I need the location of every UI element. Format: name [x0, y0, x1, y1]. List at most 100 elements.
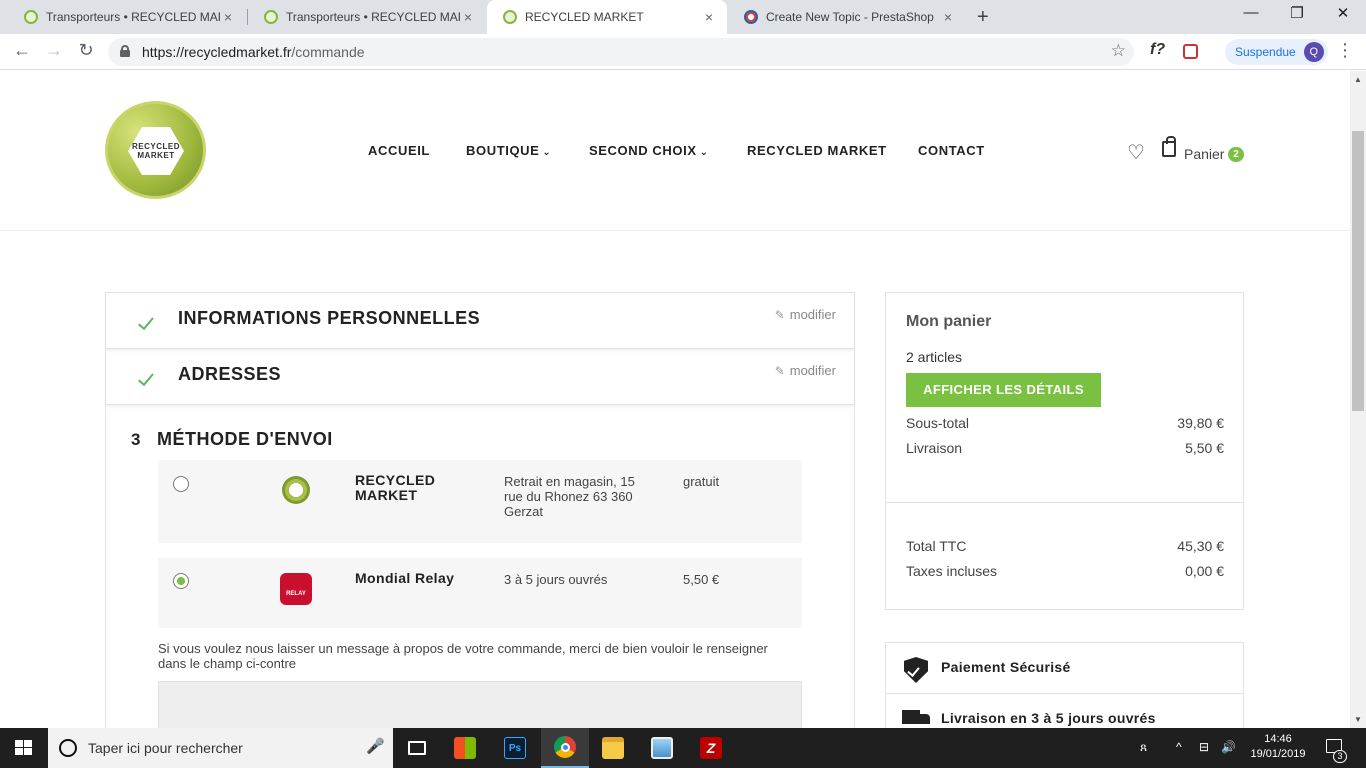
scroll-up-icon[interactable]: ▲ [1354, 75, 1362, 84]
tab-close-icon[interactable]: × [460, 9, 476, 25]
maximize-icon[interactable]: ❐ [1274, 4, 1320, 22]
prestashop-favicon-icon [744, 10, 758, 24]
carrier-option-mondial-relay[interactable]: RELAY Mondial Relay 3 à 5 jours ouvrés 5… [158, 558, 802, 628]
carrier-radio[interactable] [173, 476, 189, 492]
wishlist-heart-icon[interactable]: ♡ [1127, 140, 1145, 165]
reassurance-text: Paiement Sécurisé [941, 659, 1071, 675]
image-viewer-icon[interactable] [638, 728, 686, 768]
cart-link[interactable]: Panier [1184, 146, 1224, 162]
nav-item-boutique[interactable]: BOUTIQUE ⌄ [466, 143, 551, 158]
page-scrollbar[interactable]: ▲ ▼ [1350, 71, 1366, 728]
tab-close-icon[interactable]: × [701, 9, 717, 25]
modify-link[interactable]: ✎ modifier [775, 363, 836, 378]
step-title: ADRESSES [178, 364, 282, 384]
browser-tab-active[interactable]: RECYCLED MARKET × [487, 0, 727, 34]
carrier-name: Mondial Relay [355, 570, 455, 586]
profile-button[interactable]: Suspendue Q [1225, 39, 1328, 65]
step-title-shipping: MÉTHODE D'ENVOI [157, 429, 333, 449]
step-addresses[interactable]: ADRESSES ✎ modifier [106, 349, 854, 405]
back-icon[interactable]: ← [10, 40, 34, 61]
cart-count-badge: 2 [1228, 147, 1244, 162]
tab-title: Transporteurs • RECYCLED MARK [286, 10, 460, 24]
cart-summary-title: Mon panier [906, 313, 992, 330]
show-details-button[interactable]: AFFICHER LES DÉTAILS [906, 373, 1101, 407]
nav-item-second-choix[interactable]: SECOND CHOIX ⌄ [589, 143, 709, 158]
carrier-price: gratuit [683, 474, 720, 489]
nav-item-accueil[interactable]: ACCUEIL [368, 143, 430, 158]
bookmark-star-icon[interactable]: ☆ [1111, 41, 1126, 61]
taxes-row: Taxes incluses 0,00 € [906, 563, 1224, 579]
pencil-icon: ✎ [774, 363, 785, 378]
cortana-icon [59, 739, 77, 757]
site-logo[interactable]: RECYCLED MARKET [105, 101, 206, 199]
pocket-extension-icon[interactable] [1183, 44, 1198, 59]
recycled-market-favicon-icon [24, 10, 38, 24]
shield-check-icon [904, 657, 928, 683]
web-page: RECYCLED MARKET ACCUEIL BOUTIQUE ⌄ SECOND … [0, 71, 1350, 728]
shopping-bag-icon[interactable] [1162, 136, 1176, 157]
taskbar-search-box[interactable]: Taper ici pour rechercher 🎤 [48, 728, 393, 768]
carrier-radio-selected[interactable] [173, 573, 189, 589]
browser-tab-1[interactable]: Transporteurs • RECYCLED MARK × [8, 0, 246, 34]
nav-item-recycled-market[interactable]: RECYCLED MARKET [747, 143, 887, 158]
step-title: INFORMATIONS PERSONNELLES [178, 308, 481, 328]
tab-close-icon[interactable]: × [940, 9, 956, 25]
step-personal-info[interactable]: INFORMATIONS PERSONNELLES ✎ modifier [106, 293, 854, 349]
scroll-down-icon[interactable]: ▼ [1354, 715, 1362, 724]
recycled-market-favicon-icon [264, 10, 278, 24]
forward-icon[interactable]: → [42, 40, 66, 61]
windows-taskbar: Taper ici pour rechercher 🎤 Ps Z ጸ ^ ⊟ 🔊… [0, 728, 1366, 768]
store-icon[interactable] [441, 728, 489, 768]
clock-time: 14:46 [1264, 733, 1292, 745]
carrier-delay: 3 à 5 jours ouvrés [504, 572, 608, 587]
truck-icon [902, 710, 930, 728]
reload-icon[interactable]: ↻ [74, 40, 98, 61]
carrier-price: 5,50 € [683, 572, 720, 587]
tab-title: RECYCLED MARKET [525, 10, 644, 24]
people-icon[interactable]: ጸ [1140, 740, 1147, 755]
task-view-icon[interactable] [393, 728, 441, 768]
recycled-market-favicon-icon [503, 10, 517, 24]
cart-summary: Mon panier 2 articles AFFICHER LES DÉTAI… [885, 292, 1244, 610]
chevron-down-icon: ⌄ [542, 147, 552, 158]
photoshop-icon[interactable]: Ps [491, 728, 539, 768]
carrier-delay: Retrait en magasin, 15 rue du Rhonez 63 … [504, 474, 635, 519]
tray-expand-icon[interactable]: ^ [1176, 740, 1182, 754]
file-explorer-icon[interactable] [589, 728, 637, 768]
notification-count-badge: 3 [1333, 750, 1347, 763]
new-tab-button[interactable]: + [977, 6, 989, 29]
extension-f-icon[interactable]: f? [1150, 41, 1165, 59]
order-message-textarea[interactable] [158, 681, 802, 728]
minimize-icon[interactable]: — [1228, 4, 1274, 21]
filezilla-icon[interactable]: Z [687, 728, 735, 768]
windows-start-icon[interactable] [15, 740, 33, 756]
reassurance-item-delivery: Livraison en 3 à 5 jours ouvrés [886, 694, 1243, 728]
profile-label: Suspendue [1235, 45, 1296, 59]
browser-tab-4[interactable]: Create New Topic - PrestaShop × [728, 0, 966, 34]
cart-items-count: 2 articles [906, 349, 963, 365]
logo-hexagon: RECYCLED MARKET [128, 127, 184, 175]
scrollbar-thumb[interactable] [1352, 131, 1364, 411]
tab-close-icon[interactable]: × [220, 9, 236, 25]
carrier-option-recycled-market[interactable]: RECYCLED MARKET Retrait en magasin, 15 ru… [158, 460, 802, 543]
avatar: Q [1303, 42, 1324, 62]
browser-tab-bar: Transporteurs • RECYCLED MARK × Transpor… [0, 0, 1366, 34]
volume-icon[interactable]: 🔊 [1221, 740, 1236, 754]
order-message-label: Si vous voulez nous laisser un message à… [158, 641, 768, 671]
modify-link[interactable]: ✎ modifier [775, 307, 836, 322]
network-icon[interactable]: ⊟ [1199, 740, 1209, 754]
logo-text: RECYCLED MARKET [131, 142, 180, 160]
carrier-name: RECYCLED MARKET [355, 472, 436, 503]
window-close-icon[interactable]: ✕ [1320, 4, 1366, 22]
microphone-icon[interactable]: 🎤 [366, 737, 385, 755]
site-header: RECYCLED MARKET ACCUEIL BOUTIQUE ⌄ SECOND … [0, 71, 1350, 231]
clock-date: 19/01/2019 [1250, 748, 1306, 760]
nav-item-contact[interactable]: CONTACT [918, 143, 985, 158]
browser-menu-icon[interactable]: ⋮ [1336, 40, 1354, 61]
pencil-icon: ✎ [774, 307, 785, 322]
chrome-icon[interactable] [541, 728, 589, 768]
taskbar-clock[interactable]: 14:46 19/01/2019 [1248, 732, 1308, 762]
address-bar[interactable]: https://recycledmarket.fr/commande ☆ [108, 38, 1134, 66]
browser-tab-2[interactable]: Transporteurs • RECYCLED MARK × [248, 0, 486, 34]
tab-title: Transporteurs • RECYCLED MARK [46, 10, 220, 24]
